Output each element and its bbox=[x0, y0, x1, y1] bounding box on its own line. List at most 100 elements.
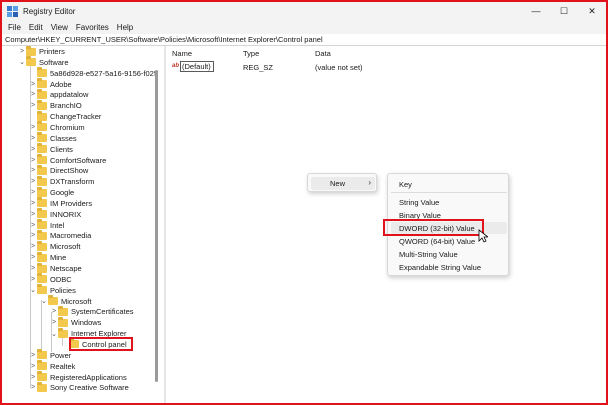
tree-item-label: IM Providers bbox=[50, 198, 93, 208]
tree-item[interactable]: > Netscape bbox=[29, 262, 82, 274]
submenu-expandable-string-value-label: Expandable String Value bbox=[399, 263, 482, 272]
tree-item[interactable]: > Macromedia bbox=[29, 229, 91, 241]
chevron-down-icon[interactable]: ⌄ bbox=[40, 297, 48, 305]
submenu-qword-value[interactable]: QWORD (64-bit) Value bbox=[391, 235, 507, 247]
chevron-right-icon[interactable]: > bbox=[29, 232, 37, 239]
tree-item[interactable]: > ODBC bbox=[29, 273, 72, 285]
chevron-right-icon[interactable]: > bbox=[29, 178, 37, 185]
chevron-right-icon[interactable]: > bbox=[29, 265, 37, 272]
tree-item[interactable]: ⌄ Software bbox=[18, 56, 69, 68]
tree-item[interactable]: > Printers bbox=[18, 46, 65, 57]
tree-item[interactable]: > Chromium bbox=[29, 121, 85, 133]
tree-item[interactable]: > Sony Creative Software bbox=[29, 381, 129, 393]
chevron-right-icon[interactable]: > bbox=[29, 222, 37, 229]
tree-item[interactable]: > DXTransform bbox=[29, 175, 95, 187]
tree-item-label: Power bbox=[50, 350, 72, 360]
tree-item[interactable]: > Windows bbox=[50, 316, 101, 328]
tree-scrollbar[interactable] bbox=[155, 46, 158, 403]
address-bar[interactable]: Computer\HKEY_CURRENT_USER\Software\Poli… bbox=[2, 34, 606, 46]
submenu-key[interactable]: Key bbox=[391, 178, 507, 190]
folder-icon bbox=[37, 197, 47, 208]
minimize-button[interactable]: — bbox=[522, 2, 550, 20]
chevron-right-icon[interactable]: > bbox=[29, 124, 37, 131]
chevron-down-icon[interactable]: ⌄ bbox=[29, 286, 37, 294]
tree-item-label: DXTransform bbox=[50, 177, 95, 187]
tree-item[interactable]: > ComfortSoftware bbox=[29, 154, 106, 166]
tree-item[interactable]: > Intel bbox=[29, 219, 64, 231]
value-type: REG_SZ bbox=[243, 63, 274, 72]
chevron-right-icon[interactable]: > bbox=[29, 81, 37, 88]
tree-item[interactable]: > RegisteredApplications bbox=[29, 371, 127, 383]
tree-item[interactable]: > Adobe bbox=[29, 78, 72, 90]
tree-item[interactable]: > appdatalow bbox=[29, 88, 88, 100]
chevron-right-icon[interactable]: > bbox=[29, 374, 37, 381]
tree-item[interactable]: ⌄ Microsoft bbox=[40, 295, 92, 307]
tree-item[interactable]: > Realtek bbox=[29, 360, 75, 372]
folder-icon bbox=[37, 381, 47, 392]
close-button[interactable]: ✕ bbox=[578, 2, 606, 20]
folder-icon bbox=[58, 327, 68, 338]
chevron-right-icon[interactable]: > bbox=[29, 254, 37, 261]
menu-favorites[interactable]: Favorites bbox=[72, 23, 113, 32]
chevron-right-icon[interactable]: > bbox=[29, 363, 37, 370]
chevron-right-icon[interactable]: > bbox=[29, 200, 37, 207]
chevron-down-icon[interactable]: ⌄ bbox=[18, 58, 26, 66]
column-header-data[interactable]: Data bbox=[315, 49, 331, 58]
context-menu-new[interactable]: New › bbox=[311, 177, 375, 190]
chevron-right-icon[interactable]: > bbox=[50, 319, 58, 326]
folder-icon bbox=[37, 371, 47, 381]
chevron-right-icon[interactable]: > bbox=[29, 91, 37, 98]
chevron-right-icon[interactable]: > bbox=[29, 243, 37, 250]
chevron-right-icon[interactable]: > bbox=[29, 211, 37, 218]
chevron-right-icon[interactable]: > bbox=[29, 352, 37, 359]
tree-item[interactable]: > INNORIX bbox=[29, 208, 82, 220]
chevron-right-icon[interactable]: > bbox=[18, 48, 26, 55]
tree-item-label: Microsoft bbox=[61, 296, 92, 306]
chevron-right-icon[interactable]: > bbox=[29, 384, 37, 391]
chevron-right-icon[interactable]: > bbox=[29, 189, 37, 196]
tree-item-label: ChangeTracker bbox=[50, 112, 102, 122]
tree-scrollbar-thumb[interactable] bbox=[155, 70, 158, 382]
column-header-type[interactable]: Type bbox=[243, 49, 259, 58]
chevron-right-icon[interactable]: > bbox=[29, 102, 37, 109]
submenu-expandable-string-value[interactable]: Expandable String Value bbox=[391, 261, 507, 273]
tree-item[interactable]: > DirectShow bbox=[29, 164, 88, 176]
tree-item[interactable]: > SystemCertificates bbox=[50, 305, 134, 317]
tree-item[interactable]: > Power bbox=[29, 349, 72, 361]
submenu-string-value[interactable]: String Value bbox=[391, 196, 507, 208]
tree-item[interactable]: > IM Providers bbox=[29, 197, 93, 209]
tree-item[interactable]: > Microsoft bbox=[29, 240, 80, 252]
chevron-right-icon[interactable]: > bbox=[29, 135, 37, 142]
value-row[interactable]: ab (Default) REG_SZ (value not set) bbox=[167, 61, 606, 73]
context-menu: New › bbox=[307, 173, 377, 192]
tree-item[interactable]: > Clients bbox=[29, 143, 73, 155]
submenu-qword-value-label: QWORD (64-bit) Value bbox=[399, 237, 476, 246]
column-header-name[interactable]: Name bbox=[172, 49, 192, 58]
highlight-box-control-panel bbox=[69, 336, 133, 351]
pane-splitter[interactable] bbox=[164, 46, 166, 403]
menu-view[interactable]: View bbox=[47, 23, 72, 32]
maximize-button[interactable]: ☐ bbox=[550, 2, 578, 20]
chevron-right-icon[interactable]: > bbox=[29, 146, 37, 153]
chevron-right-icon[interactable]: > bbox=[50, 308, 58, 315]
folder-icon bbox=[37, 67, 47, 78]
chevron-right-icon[interactable]: > bbox=[29, 167, 37, 174]
tree-item[interactable]: > Classes bbox=[29, 132, 77, 144]
tree-item[interactable]: > Mine bbox=[29, 251, 66, 263]
chevron-down-icon[interactable]: ⌄ bbox=[50, 330, 58, 338]
value-name: (Default) bbox=[180, 61, 214, 72]
tree-item-label: Policies bbox=[50, 285, 76, 295]
tree-item[interactable]: > Google bbox=[29, 186, 74, 198]
tree-item[interactable]: ChangeTracker bbox=[29, 110, 102, 122]
menu-file[interactable]: File bbox=[4, 23, 25, 32]
tree-item[interactable]: ⌄ Policies bbox=[29, 284, 76, 296]
tree-item-label: INNORIX bbox=[50, 209, 82, 219]
menu-edit[interactable]: Edit bbox=[25, 23, 47, 32]
tree-item[interactable]: 5a86d928-e527-5a16-9156-f025 bbox=[29, 67, 158, 79]
tree-item-label: RegisteredApplications bbox=[50, 372, 127, 382]
submenu-multi-string-value[interactable]: Multi-String Value bbox=[391, 248, 507, 260]
tree-item[interactable]: > BranchIO bbox=[29, 99, 82, 111]
chevron-right-icon[interactable]: > bbox=[29, 276, 37, 283]
menu-help[interactable]: Help bbox=[113, 23, 137, 32]
chevron-right-icon[interactable]: > bbox=[29, 157, 37, 164]
